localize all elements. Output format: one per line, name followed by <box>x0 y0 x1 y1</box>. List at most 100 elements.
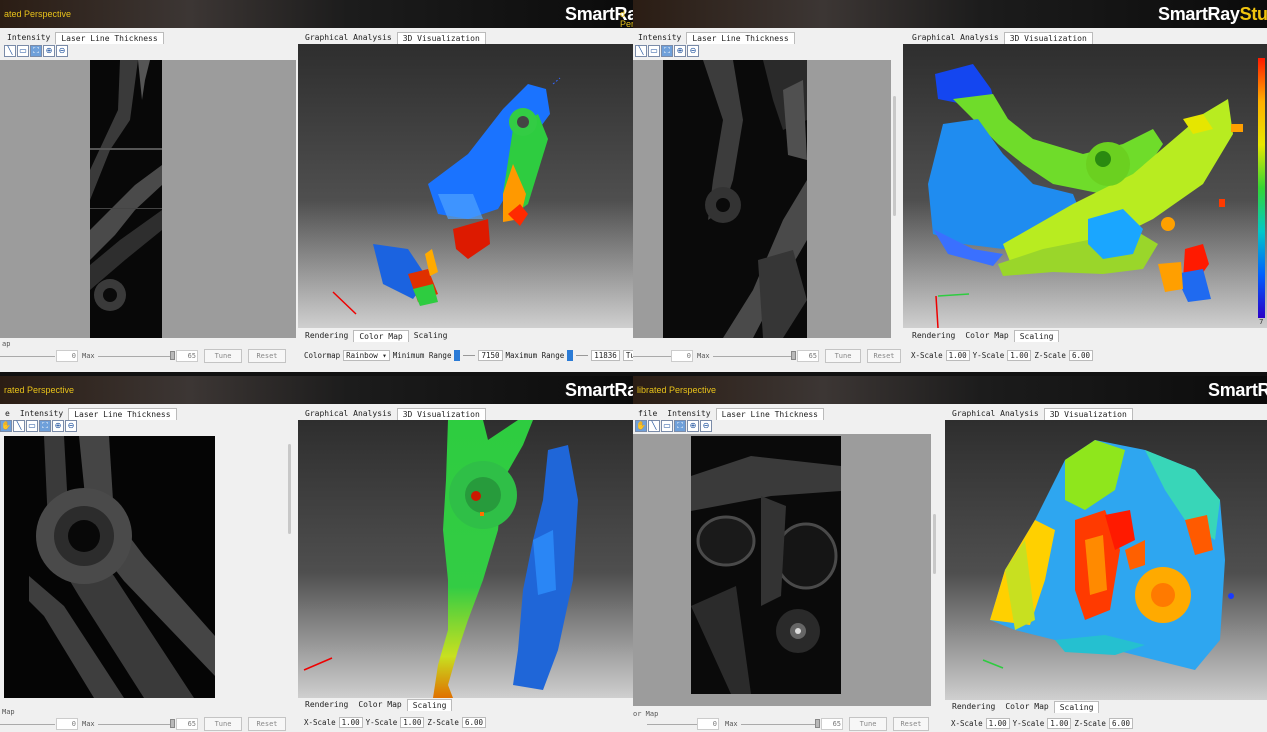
tab-color-map[interactable]: Color Map <box>1000 701 1053 713</box>
tab-3d-visualization[interactable]: 3D Visualization <box>1043 408 1133 420</box>
fit-view-icon[interactable]: ⛶ <box>674 420 686 432</box>
tab-color-map[interactable]: Color Map <box>353 699 406 711</box>
fit-view-icon[interactable]: ⛶ <box>39 420 51 432</box>
rect-tool-icon[interactable]: ▭ <box>26 420 38 432</box>
fit-view-icon[interactable]: ⛶ <box>30 45 42 57</box>
y-scale-input[interactable]: 1.00 <box>1007 350 1032 361</box>
tab-rendering[interactable]: Rendering <box>947 701 1000 713</box>
zoom-out-icon[interactable]: ⊖ <box>687 45 699 57</box>
max-spinbox[interactable]: 65 <box>821 718 843 730</box>
hand-icon[interactable]: ✋ <box>635 420 647 432</box>
min-range-value[interactable]: 7150 <box>478 350 503 361</box>
tab-graphical-analysis[interactable]: Graphical Analysis <box>947 408 1044 420</box>
tune-button[interactable]: Tune <box>204 349 242 363</box>
max-range-value[interactable]: 11836 <box>591 350 620 361</box>
reset-button[interactable]: Reset <box>893 717 929 731</box>
min-range-slider[interactable] <box>454 350 461 361</box>
tab-intensity[interactable]: Intensity <box>15 408 68 420</box>
zoom-in-icon[interactable]: ⊕ <box>43 45 55 57</box>
tab-intensity[interactable]: Intensity <box>633 32 686 44</box>
tab-intensity[interactable]: Intensity <box>2 32 55 44</box>
line-tool-icon[interactable]: ╲ <box>635 45 647 57</box>
tab-laser-line-thickness[interactable]: Laser Line Thickness <box>68 408 177 420</box>
tune-button[interactable]: Tun <box>622 350 633 361</box>
max-range-slider[interactable] <box>567 350 574 361</box>
tab-scaling[interactable]: Scaling <box>406 699 453 711</box>
3d-viewport[interactable] <box>903 44 1267 328</box>
tune-button[interactable]: Tune <box>849 717 887 731</box>
tab-graphical-analysis[interactable]: Graphical Analysis <box>300 408 397 420</box>
tab-color-map[interactable]: Color Map <box>960 330 1013 342</box>
line-tool-icon[interactable]: ╲ <box>648 420 660 432</box>
tab-graphical-analysis[interactable]: Graphical Analysis <box>300 32 397 44</box>
zoom-out-icon[interactable]: ⊖ <box>700 420 712 432</box>
max-slider[interactable] <box>170 351 175 360</box>
reset-button[interactable]: Reset <box>248 717 286 731</box>
y-scale-input[interactable]: 1.00 <box>400 717 425 728</box>
tab-laser-line-thickness[interactable]: Laser Line Thickness <box>715 408 824 420</box>
3d-viewport[interactable] <box>298 44 633 328</box>
min-spinbox[interactable]: 0 <box>697 718 719 730</box>
3d-viewport[interactable] <box>298 420 633 698</box>
tab-3d-visualization[interactable]: 3D Visualization <box>396 32 486 44</box>
tab-graphical-analysis[interactable]: Graphical Analysis <box>907 32 1004 44</box>
max-spinbox[interactable]: 65 <box>176 350 198 362</box>
3d-viewport[interactable] <box>945 420 1267 700</box>
tab-profile-partial[interactable]: e <box>0 408 15 420</box>
max-spinbox[interactable]: 65 <box>176 718 198 730</box>
y-scale-input[interactable]: 1.00 <box>1047 718 1072 729</box>
zoom-in-icon[interactable]: ⊕ <box>52 420 64 432</box>
fit-view-icon[interactable]: ⛶ <box>661 45 673 57</box>
tab-color-map[interactable]: Color Map <box>353 330 409 342</box>
tab-scaling[interactable]: Scaling <box>409 330 453 342</box>
zoom-in-icon[interactable]: ⊕ <box>674 45 686 57</box>
image-canvas[interactable] <box>633 60 899 338</box>
vertical-scrollbar[interactable] <box>286 434 294 706</box>
tune-button[interactable]: Tune <box>204 717 242 731</box>
x-scale-input[interactable]: 1.00 <box>985 718 1010 729</box>
max-slider[interactable] <box>170 719 175 728</box>
image-canvas[interactable] <box>633 434 939 706</box>
vertical-scrollbar[interactable] <box>891 60 899 338</box>
tab-3d-visualization[interactable]: 3D Visualization <box>396 408 486 420</box>
tab-intensity[interactable]: Intensity <box>662 408 715 420</box>
rect-tool-icon[interactable]: ▭ <box>648 45 660 57</box>
rect-tool-icon[interactable]: ▭ <box>17 45 29 57</box>
zoom-in-icon[interactable]: ⊕ <box>687 420 699 432</box>
reset-button[interactable]: Reset <box>248 349 286 363</box>
tab-scaling[interactable]: Scaling <box>1013 330 1060 342</box>
z-scale-input[interactable]: 6.00 <box>1068 350 1094 361</box>
zoom-out-icon[interactable]: ⊖ <box>56 45 68 57</box>
colormap-select[interactable]: Rainbow ▾ <box>343 350 390 361</box>
colormap-label-partial: or Map <box>633 710 659 718</box>
x-scale-input[interactable]: 1.00 <box>338 717 363 728</box>
max-spinbox[interactable]: 65 <box>797 350 819 362</box>
tab-scaling[interactable]: Scaling <box>1053 701 1100 713</box>
x-scale-input[interactable]: 1.00 <box>945 350 970 361</box>
rect-tool-icon[interactable]: ▭ <box>661 420 673 432</box>
tab-rendering[interactable]: Rendering <box>907 330 960 342</box>
reset-button[interactable]: Reset <box>867 349 901 363</box>
tune-button[interactable]: Tune <box>825 349 861 363</box>
hand-icon[interactable]: ✋ <box>0 420 12 432</box>
z-scale-input[interactable]: 6.00 <box>1108 718 1134 729</box>
min-spinbox[interactable]: 0 <box>56 350 78 362</box>
zoom-out-icon[interactable]: ⊖ <box>65 420 77 432</box>
image-canvas[interactable] <box>0 60 296 338</box>
tab-profile-partial[interactable]: file <box>633 408 662 420</box>
max-slider[interactable] <box>791 351 796 360</box>
tab-laser-line-thickness[interactable]: Laser Line Thickness <box>55 32 164 44</box>
tab-rendering[interactable]: Rendering <box>300 330 353 342</box>
z-scale-input[interactable]: 6.00 <box>461 717 487 728</box>
tab-3d-visualization[interactable]: 3D Visualization <box>1003 32 1093 44</box>
max-slider[interactable] <box>815 719 820 728</box>
title-bar: rated Perspective SmartRay <box>0 376 633 404</box>
min-spinbox[interactable]: 0 <box>671 350 693 362</box>
line-tool-icon[interactable]: ╲ <box>4 45 16 57</box>
vertical-scrollbar[interactable] <box>931 434 939 706</box>
tab-rendering[interactable]: Rendering <box>300 699 353 711</box>
tab-laser-line-thickness[interactable]: Laser Line Thickness <box>686 32 795 44</box>
line-tool-icon[interactable]: ╲ <box>13 420 25 432</box>
min-spinbox[interactable]: 0 <box>56 718 78 730</box>
image-canvas[interactable] <box>0 434 294 706</box>
